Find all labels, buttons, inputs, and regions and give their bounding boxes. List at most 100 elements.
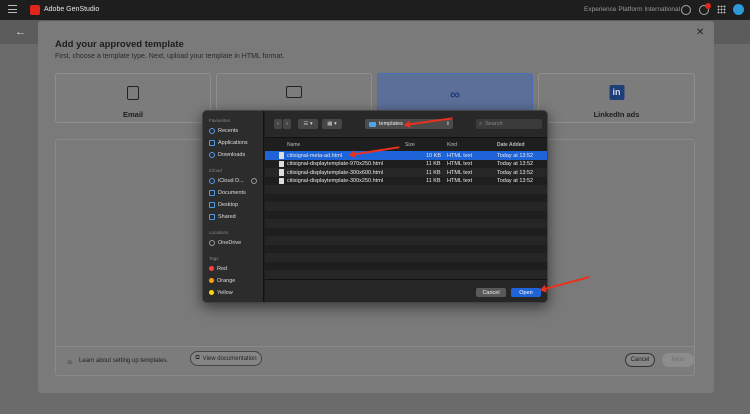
file-list-header: Name Size Kind Date Added [265,139,547,149]
meta-icon: ∞ [450,86,460,102]
search-placeholder: Search [485,121,503,127]
menu-icon[interactable] [8,5,17,13]
display-ad-icon [286,86,302,98]
template-type-linkedin[interactable]: in LinkedIn ads [538,73,695,123]
sidebar-item-label: iCloud D... [218,177,244,184]
sidebar-item-label: Yellow [217,289,233,296]
group-by-button[interactable]: ▦ ▾ [322,119,342,129]
sidebar-item-label: OneDrive [218,239,242,246]
search-icon: ⌕ [479,120,483,127]
sidebar-item-label: Red [217,265,228,272]
html-file-icon [279,152,284,159]
column-header-kind[interactable]: Kind [447,142,457,148]
file-size: 11 KB [426,169,441,176]
file-date: Today at 13:52 [497,178,534,184]
sidebar-tag-red[interactable]: Red [209,264,227,273]
sidebar-item-onedrive[interactable]: OneDrive [209,238,241,247]
sync-progress-icon [251,178,257,184]
learn-banner: ☼ Learn about setting up templates. ⧉ Vi… [55,346,695,376]
lightbulb-icon: ☼ [66,357,74,366]
template-type-label: LinkedIn ads [593,110,640,119]
sidebar-item-recents[interactable]: Recents [209,126,238,135]
file-size: 11 KB [426,178,441,184]
column-header-size[interactable]: Size [405,142,415,148]
updown-chevron-icon: ⇕ [445,121,450,127]
file-row[interactable]: citisignal-displaytemplate-300x250.html … [265,177,547,186]
sidebar-item-label: Applications [218,139,248,146]
sidebar-item-icloud-drive[interactable]: iCloud D... [209,176,244,185]
tag-dot-icon [209,266,214,271]
template-type-label: Email [122,110,143,119]
sidebar-item-label: Documents [218,189,246,196]
sidebar-item-downloads[interactable]: Downloads [209,150,245,159]
column-header-name[interactable]: Name [287,142,300,148]
forward-button[interactable]: › [283,119,291,129]
file-name: citisignal-displaytemplate-300x250.html [287,178,383,184]
file-kind: HTML text [447,152,473,159]
file-row[interactable]: citisignal-displaytemplate-300x600.html … [265,168,547,177]
empty-row-stripe [265,236,547,245]
adobe-logo-icon [30,5,40,15]
file-size: 11 KB [426,161,441,167]
sidebar-item-label: Shared [218,213,236,220]
sidebar-tag-yellow[interactable]: Yellow [209,288,233,297]
sidebar-item-label: Orange [217,277,236,284]
empty-row-stripe [265,202,547,211]
dialog-footer: Cancel Open [265,279,547,302]
apps-grid-icon[interactable] [717,5,726,14]
sidebar-item-applications[interactable]: Applications [209,138,248,147]
empty-row-stripe [265,219,547,228]
view-documentation-label: View documentation [202,355,257,362]
linkedin-icon: in [609,85,624,100]
file-row[interactable]: citisignal-meta-ad.html 10 KB HTML text … [265,151,547,160]
notification-badge [705,3,711,9]
search-input[interactable]: ⌕ Search [476,119,542,129]
file-date: Today at 13:52 [497,169,534,176]
column-header-date[interactable]: Date Added [497,142,525,148]
view-mode-list-button[interactable]: ☰ ▾ [298,119,318,129]
org-switcher[interactable]: Experience Platform International [584,6,680,13]
modal-subtitle: First, choose a template type. Next, upl… [55,53,285,60]
sidebar-tag-orange[interactable]: Orange [209,276,235,285]
sidebar-header-favourites: Favourites [209,118,231,123]
list-view-icon: ☰ ▾ [303,121,313,127]
sidebar-item-label: Desktop [218,201,239,208]
back-arrow-icon[interactable]: ← [15,26,26,38]
sidebar-header-locations: Locations [209,230,229,235]
sidebar-item-shared[interactable]: Shared [209,212,236,221]
sidebar-header-icloud: iCloud [209,168,222,173]
desktop-icon [209,201,215,208]
file-kind: HTML text [447,178,473,184]
file-list: citisignal-meta-ad.html 10 KB HTML text … [265,151,547,279]
external-link-icon: ⧉ [195,355,200,361]
shared-folder-icon [209,213,215,220]
sidebar-item-label: Recents [218,127,239,134]
dialog-cancel-button[interactable]: Cancel [476,288,506,297]
sidebar-item-documents[interactable]: Documents [209,188,246,197]
avatar[interactable] [733,4,744,15]
email-icon [127,86,139,100]
dialog-open-button[interactable]: Open [511,288,541,297]
file-kind: HTML text [447,161,473,167]
current-folder-label: templates [379,121,403,127]
template-type-email[interactable]: Email [55,73,211,123]
close-icon[interactable]: ✕ [696,27,704,38]
app-top-bar: Adobe GenStudio Experience Platform Inte… [0,0,750,20]
back-button[interactable]: ‹ [274,119,282,129]
folder-icon [369,121,376,127]
dialog-sidebar: Favourites Recents Applications Download… [203,111,264,302]
modal-title: Add your approved template [55,39,184,50]
document-icon [209,189,215,196]
modal-next-button[interactable]: Next [662,353,694,367]
applications-icon [209,139,215,146]
download-icon [209,151,215,158]
cloud-icon [209,239,215,246]
modal-cancel-button[interactable]: Cancel [625,353,655,367]
file-row[interactable]: citisignal-displaytemplate-970x250.html … [265,160,547,169]
file-date: Today at 13:52 [497,152,534,159]
help-icon[interactable] [681,5,691,15]
html-file-icon [279,177,284,184]
sidebar-item-desktop[interactable]: Desktop [209,200,238,209]
sidebar-item-label: Downloads [218,151,246,158]
view-documentation-button[interactable]: ⧉ View documentation [190,351,262,366]
